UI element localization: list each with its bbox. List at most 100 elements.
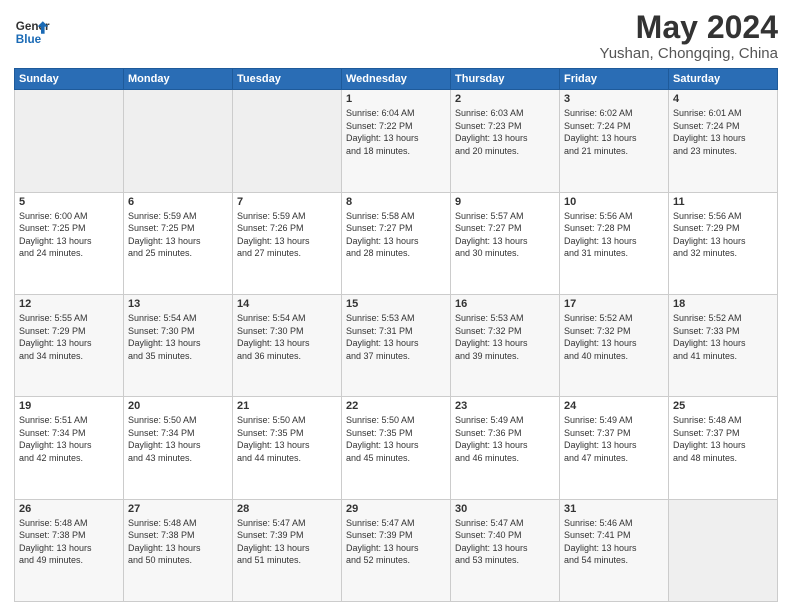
header: General Blue May 2024 Yushan, Chongqing,… bbox=[14, 10, 778, 62]
day-info: Sunrise: 5:49 AM Sunset: 7:37 PM Dayligh… bbox=[564, 414, 664, 464]
calendar-cell: 2Sunrise: 6:03 AM Sunset: 7:23 PM Daylig… bbox=[451, 90, 560, 192]
calendar-cell: 11Sunrise: 5:56 AM Sunset: 7:29 PM Dayli… bbox=[669, 192, 778, 294]
calendar-cell: 23Sunrise: 5:49 AM Sunset: 7:36 PM Dayli… bbox=[451, 397, 560, 499]
day-number: 2 bbox=[455, 93, 555, 105]
day-info: Sunrise: 5:54 AM Sunset: 7:30 PM Dayligh… bbox=[237, 312, 337, 362]
calendar-cell: 20 Sunrise: 5:50 AM Sunset: 7:34 PM Dayli… bbox=[124, 397, 233, 499]
svg-text:Blue: Blue bbox=[16, 33, 42, 46]
day-info: Sunrise: 5:48 AM Sunset: 7:38 PM Dayligh… bbox=[128, 517, 228, 567]
day-number: 6 bbox=[128, 196, 228, 208]
day-info: Sunrise: 6:00 AM Sunset: 7:25 PM Dayligh… bbox=[19, 210, 119, 260]
day-number: 19 bbox=[19, 400, 119, 412]
day-info: Sunrise: 5:53 AM Sunset: 7:31 PM Dayligh… bbox=[346, 312, 446, 362]
calendar-cell: 26 Sunrise: 5:48 AM Sunset: 7:38 PM Dayli… bbox=[15, 499, 124, 601]
sub-title: Yushan, Chongqing, China bbox=[600, 45, 778, 62]
calendar-body: 1 Sunrise: 6:04 AM Sunset: 7:22 PM Daylig… bbox=[15, 90, 778, 602]
day-info: Sunrise: 6:04 AM Sunset: 7:22 PM Dayligh… bbox=[346, 107, 446, 157]
day-number: 22 bbox=[346, 400, 446, 412]
day-header-friday: Friday bbox=[560, 69, 669, 90]
calendar-cell: 29 Sunrise: 5:47 AM Sunset: 7:39 PM Dayli… bbox=[342, 499, 451, 601]
calendar-cell: 28 Sunrise: 5:47 AM Sunset: 7:39 PM Dayli… bbox=[233, 499, 342, 601]
day-number: 17 bbox=[564, 298, 664, 310]
day-info: Sunrise: 5:52 AM Sunset: 7:33 PM Dayligh… bbox=[673, 312, 773, 362]
day-number: 26 bbox=[19, 503, 119, 515]
logo-icon: General Blue bbox=[14, 14, 50, 50]
day-number: 13 bbox=[128, 298, 228, 310]
calendar-cell: 24 Sunrise: 5:49 AM Sunset: 7:37 PM Dayli… bbox=[560, 397, 669, 499]
day-info: Sunrise: 5:50 AM Sunset: 7:35 PM Dayligh… bbox=[346, 414, 446, 464]
week-row-3: 19 Sunrise: 5:51 AM Sunset: 7:34 PM Dayli… bbox=[15, 397, 778, 499]
day-number: 9 bbox=[455, 196, 555, 208]
day-info: Sunrise: 5:51 AM Sunset: 7:34 PM Dayligh… bbox=[19, 414, 119, 464]
day-header-tuesday: Tuesday bbox=[233, 69, 342, 90]
calendar-cell bbox=[233, 90, 342, 192]
day-info: Sunrise: 5:48 AM Sunset: 7:37 PM Dayligh… bbox=[673, 414, 773, 464]
day-number: 1 bbox=[346, 93, 446, 105]
day-info: Sunrise: 5:47 AM Sunset: 7:40 PM Dayligh… bbox=[455, 517, 555, 567]
page: General Blue May 2024 Yushan, Chongqing,… bbox=[0, 0, 792, 612]
day-info: Sunrise: 6:02 AM Sunset: 7:24 PM Dayligh… bbox=[564, 107, 664, 157]
calendar-cell: 16Sunrise: 5:53 AM Sunset: 7:32 PM Dayli… bbox=[451, 294, 560, 396]
days-header-row: SundayMondayTuesdayWednesdayThursdayFrid… bbox=[15, 69, 778, 90]
day-number: 24 bbox=[564, 400, 664, 412]
day-header-saturday: Saturday bbox=[669, 69, 778, 90]
day-info: Sunrise: 5:53 AM Sunset: 7:32 PM Dayligh… bbox=[455, 312, 555, 362]
day-number: 25 bbox=[673, 400, 773, 412]
day-number: 18 bbox=[673, 298, 773, 310]
day-number: 31 bbox=[564, 503, 664, 515]
calendar-cell bbox=[669, 499, 778, 601]
calendar-cell: 21Sunrise: 5:50 AM Sunset: 7:35 PM Dayli… bbox=[233, 397, 342, 499]
main-title: May 2024 bbox=[600, 10, 778, 45]
day-number: 11 bbox=[673, 196, 773, 208]
day-number: 5 bbox=[19, 196, 119, 208]
calendar-cell: 8 Sunrise: 5:58 AM Sunset: 7:27 PM Daylig… bbox=[342, 192, 451, 294]
day-info: Sunrise: 5:47 AM Sunset: 7:39 PM Dayligh… bbox=[237, 517, 337, 567]
day-number: 23 bbox=[455, 400, 555, 412]
day-number: 20 bbox=[128, 400, 228, 412]
calendar-cell: 6 Sunrise: 5:59 AM Sunset: 7:25 PM Daylig… bbox=[124, 192, 233, 294]
calendar-cell: 18 Sunrise: 5:52 AM Sunset: 7:33 PM Dayli… bbox=[669, 294, 778, 396]
day-header-wednesday: Wednesday bbox=[342, 69, 451, 90]
day-number: 3 bbox=[564, 93, 664, 105]
day-info: Sunrise: 5:55 AM Sunset: 7:29 PM Dayligh… bbox=[19, 312, 119, 362]
day-number: 21 bbox=[237, 400, 337, 412]
day-header-monday: Monday bbox=[124, 69, 233, 90]
calendar-header: SundayMondayTuesdayWednesdayThursdayFrid… bbox=[15, 69, 778, 90]
calendar-table: SundayMondayTuesdayWednesdayThursdayFrid… bbox=[14, 68, 778, 602]
day-info: Sunrise: 5:47 AM Sunset: 7:39 PM Dayligh… bbox=[346, 517, 446, 567]
day-info: Sunrise: 5:58 AM Sunset: 7:27 PM Dayligh… bbox=[346, 210, 446, 260]
calendar-cell: 15 Sunrise: 5:53 AM Sunset: 7:31 PM Dayli… bbox=[342, 294, 451, 396]
calendar-cell: 27 Sunrise: 5:48 AM Sunset: 7:38 PM Dayli… bbox=[124, 499, 233, 601]
calendar-cell: 3 Sunrise: 6:02 AM Sunset: 7:24 PM Daylig… bbox=[560, 90, 669, 192]
calendar-cell bbox=[124, 90, 233, 192]
day-number: 29 bbox=[346, 503, 446, 515]
day-number: 28 bbox=[237, 503, 337, 515]
calendar-cell: 31 Sunrise: 5:46 AM Sunset: 7:41 PM Dayli… bbox=[560, 499, 669, 601]
week-row-1: 5 Sunrise: 6:00 AM Sunset: 7:25 PM Daylig… bbox=[15, 192, 778, 294]
day-info: Sunrise: 5:50 AM Sunset: 7:34 PM Dayligh… bbox=[128, 414, 228, 464]
day-number: 12 bbox=[19, 298, 119, 310]
calendar-cell bbox=[15, 90, 124, 192]
day-info: Sunrise: 5:48 AM Sunset: 7:38 PM Dayligh… bbox=[19, 517, 119, 567]
day-number: 15 bbox=[346, 298, 446, 310]
day-number: 14 bbox=[237, 298, 337, 310]
logo: General Blue bbox=[14, 14, 50, 50]
calendar-cell: 10Sunrise: 5:56 AM Sunset: 7:28 PM Dayli… bbox=[560, 192, 669, 294]
day-number: 7 bbox=[237, 196, 337, 208]
week-row-4: 26 Sunrise: 5:48 AM Sunset: 7:38 PM Dayli… bbox=[15, 499, 778, 601]
week-row-2: 12 Sunrise: 5:55 AM Sunset: 7:29 PM Dayli… bbox=[15, 294, 778, 396]
day-number: 27 bbox=[128, 503, 228, 515]
calendar-cell: 4Sunrise: 6:01 AM Sunset: 7:24 PM Daylig… bbox=[669, 90, 778, 192]
day-info: Sunrise: 5:46 AM Sunset: 7:41 PM Dayligh… bbox=[564, 517, 664, 567]
calendar-cell: 1 Sunrise: 6:04 AM Sunset: 7:22 PM Daylig… bbox=[342, 90, 451, 192]
day-header-thursday: Thursday bbox=[451, 69, 560, 90]
calendar-cell: 30 Sunrise: 5:47 AM Sunset: 7:40 PM Dayli… bbox=[451, 499, 560, 601]
day-info: Sunrise: 5:57 AM Sunset: 7:27 PM Dayligh… bbox=[455, 210, 555, 260]
calendar-cell: 13 Sunrise: 5:54 AM Sunset: 7:30 PM Dayli… bbox=[124, 294, 233, 396]
day-info: Sunrise: 5:54 AM Sunset: 7:30 PM Dayligh… bbox=[128, 312, 228, 362]
day-info: Sunrise: 5:59 AM Sunset: 7:25 PM Dayligh… bbox=[128, 210, 228, 260]
day-info: Sunrise: 6:01 AM Sunset: 7:24 PM Dayligh… bbox=[673, 107, 773, 157]
week-row-0: 1 Sunrise: 6:04 AM Sunset: 7:22 PM Daylig… bbox=[15, 90, 778, 192]
day-number: 30 bbox=[455, 503, 555, 515]
day-number: 8 bbox=[346, 196, 446, 208]
